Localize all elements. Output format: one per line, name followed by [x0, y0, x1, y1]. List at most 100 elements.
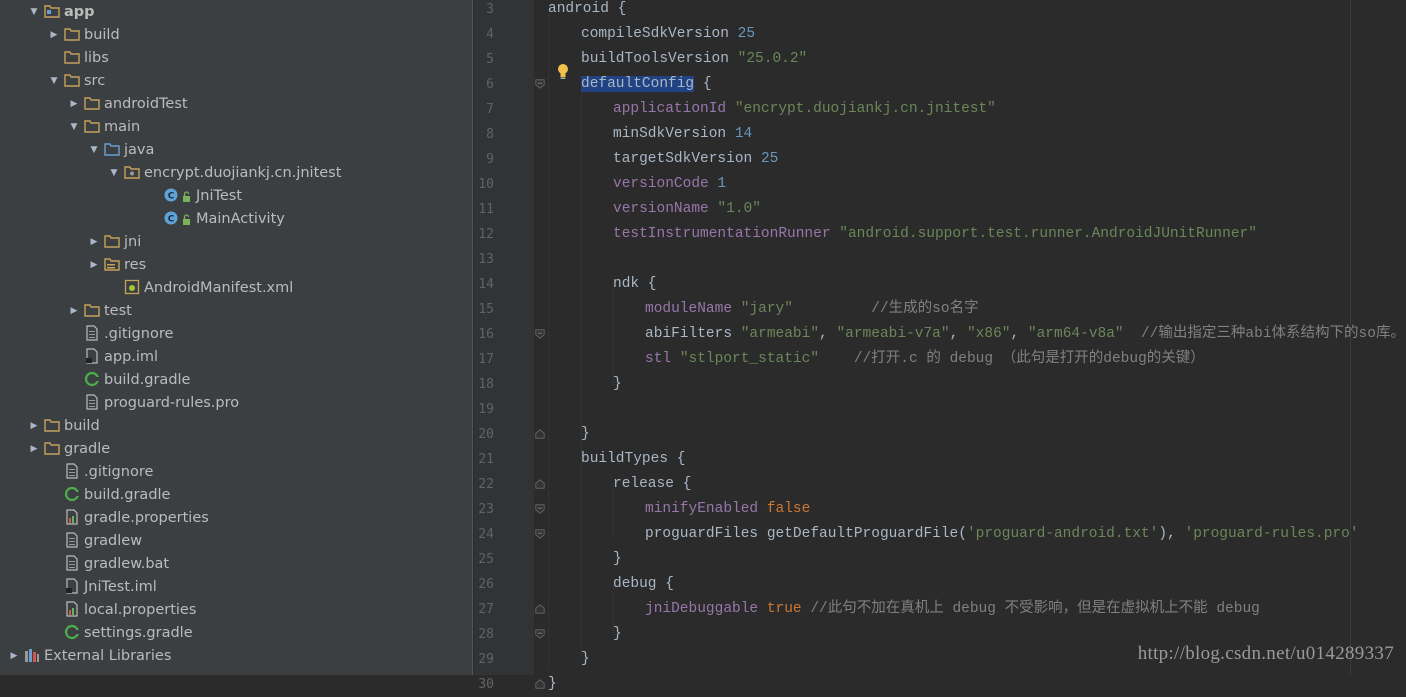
tree-item[interactable]: .gitignore — [68, 323, 173, 346]
fold-marker-icon[interactable] — [535, 329, 545, 339]
tree-item[interactable]: ▼ main — [68, 116, 141, 139]
tree-item[interactable]: JniTest.iml — [48, 576, 157, 599]
line-number: 13 — [478, 252, 494, 267]
tree-item[interactable]: ▶ jni — [88, 231, 142, 254]
tree-item[interactable]: libs — [48, 47, 109, 70]
tree-item[interactable]: C MainActivity — [148, 208, 285, 231]
code-line[interactable]: compileSdkVersion 25 — [581, 22, 755, 47]
tree-item[interactable]: local.properties — [48, 599, 196, 622]
tree-item[interactable]: ▼ app — [28, 1, 95, 24]
properties-file-icon — [64, 509, 80, 525]
code-line[interactable]: } — [581, 422, 590, 447]
expand-arrow-icon[interactable]: ▼ — [108, 162, 120, 185]
tree-item[interactable]: proguard-rules.pro — [68, 392, 239, 415]
code-line[interactable]: abiFilters "armeabi", "armeabi-v7a", "x8… — [645, 322, 1405, 347]
java-class-icon: C — [164, 210, 192, 226]
expand-arrow-icon[interactable]: ▼ — [48, 70, 60, 93]
code-line[interactable]: moduleName "jary" //生成的so名字 — [645, 297, 979, 322]
line-number: 27 — [478, 602, 494, 617]
code-line[interactable]: stl "stlport_static" //打开.c 的 debug （此句是… — [645, 347, 1205, 372]
fold-marker-icon[interactable] — [535, 79, 545, 89]
tree-item[interactable]: ▶ test — [68, 300, 132, 323]
tree-item[interactable]: build.gradle — [48, 484, 170, 507]
collapse-arrow-icon[interactable]: ▶ — [68, 300, 80, 323]
code-token: } — [548, 676, 557, 692]
java-class-icon: C — [164, 187, 192, 203]
tree-item[interactable]: ▶ androidTest — [68, 93, 188, 116]
text-file-icon — [84, 325, 100, 341]
text-file-icon — [64, 555, 80, 571]
tree-item[interactable]: ▶ res — [88, 254, 147, 277]
text-file-icon — [64, 463, 80, 479]
collapse-arrow-icon[interactable]: ▶ — [28, 415, 40, 438]
code-line[interactable]: applicationId "encrypt.duojiankj.cn.jnit… — [613, 97, 996, 122]
code-line[interactable]: versionName "1.0" — [613, 197, 761, 222]
tree-item[interactable]: gradlew — [48, 530, 142, 553]
code-token: 'proguard-rules.pro' — [1184, 526, 1359, 542]
tree-item[interactable]: C JniTest — [148, 185, 242, 208]
tree-item[interactable]: ▼ java — [88, 139, 155, 162]
tree-item[interactable]: ▼ src — [48, 70, 106, 93]
code-line[interactable]: proguardFiles getDefaultProguardFile('pr… — [645, 522, 1359, 547]
tree-item[interactable]: ▶ build — [48, 24, 120, 47]
tree-item[interactable]: ▶ External Libraries — [8, 645, 172, 668]
tree-item[interactable]: settings.gradle — [48, 622, 193, 645]
folder-icon — [64, 72, 80, 88]
line-number: 6 — [486, 77, 494, 92]
collapse-arrow-icon[interactable]: ▶ — [8, 645, 20, 668]
collapse-arrow-icon[interactable]: ▶ — [48, 24, 60, 47]
expand-arrow-icon[interactable]: ▼ — [88, 139, 100, 162]
collapse-arrow-icon[interactable]: ▶ — [68, 93, 80, 116]
tree-item[interactable]: AndroidManifest.xml — [108, 277, 293, 300]
code-line[interactable]: buildTypes { — [581, 447, 685, 472]
tree-item[interactable]: .gitignore — [48, 461, 153, 484]
code-line[interactable]: android { — [548, 0, 626, 22]
line-number: 20 — [478, 427, 494, 442]
code-line[interactable]: } — [613, 622, 622, 647]
indent-guide — [613, 285, 614, 385]
code-editor[interactable]: 3 4 5 6 7 8 9 10 11 12 13 14 15 16 17 18 19 20 21 22 23 24 25 2… — [474, 0, 1406, 692]
code-token: compileSdkVersion — [581, 26, 738, 42]
fold-marker-icon[interactable] — [535, 604, 545, 614]
fold-marker-icon[interactable] — [535, 479, 545, 489]
code-line[interactable]: buildToolsVersion "25.0.2" — [581, 47, 807, 72]
code-line[interactable]: targetSdkVersion 25 — [613, 147, 778, 172]
tree-item-label: main — [104, 119, 141, 135]
expand-arrow-icon[interactable]: ▼ — [28, 1, 40, 24]
tree-item[interactable]: ▶ gradle — [28, 438, 111, 461]
code-line[interactable]: versionCode 1 — [613, 172, 726, 197]
tree-item[interactable]: ▼ encrypt.duojiankj.cn.jnitest — [108, 162, 342, 185]
tree-item[interactable]: build.gradle — [68, 369, 190, 392]
code-line[interactable]: testInstrumentationRunner "android.suppo… — [613, 222, 1257, 247]
code-line[interactable]: } — [613, 372, 622, 397]
code-line[interactable]: minifyEnabled false — [645, 497, 810, 522]
tree-item[interactable]: app.iml — [68, 346, 158, 369]
code-line[interactable]: defaultConfig { — [581, 72, 712, 97]
project-tree: ▼ app ▶ build libs ▼ src ▶ androidTest ▼ main ▼ java… — [6, 0, 472, 675]
fold-marker-icon[interactable] — [535, 504, 545, 514]
code-line[interactable]: jniDebuggable true //此句不加在真机上 debug 不受影响… — [645, 597, 1260, 622]
collapse-arrow-icon[interactable]: ▶ — [88, 231, 100, 254]
lightbulb-icon[interactable] — [556, 63, 570, 81]
tree-item[interactable]: gradlew.bat — [48, 553, 169, 576]
code-line[interactable]: debug { — [613, 572, 674, 597]
code-line[interactable]: release { — [613, 472, 691, 497]
tree-item-label: app.iml — [104, 349, 159, 365]
fold-marker-icon[interactable] — [535, 629, 545, 639]
tree-item[interactable]: ▶ build — [28, 415, 100, 438]
tree-item[interactable]: gradle.properties — [48, 507, 209, 530]
code-line[interactable]: minSdkVersion 14 — [613, 122, 752, 147]
fold-marker-icon[interactable] — [535, 529, 545, 539]
collapse-arrow-icon[interactable]: ▶ — [28, 438, 40, 461]
code-line[interactable]: } — [613, 547, 622, 572]
fold-marker-icon[interactable] — [535, 679, 545, 689]
folder-icon — [84, 95, 100, 111]
collapse-arrow-icon[interactable]: ▶ — [88, 254, 100, 277]
expand-arrow-icon[interactable]: ▼ — [68, 116, 80, 139]
code-line[interactable]: } — [548, 672, 557, 697]
code-token: , — [1010, 326, 1028, 342]
code-line[interactable]: ndk { — [613, 272, 657, 297]
fold-marker-icon[interactable] — [535, 429, 545, 439]
code-token: minSdkVersion — [613, 126, 735, 142]
code-line[interactable]: } — [581, 647, 590, 672]
